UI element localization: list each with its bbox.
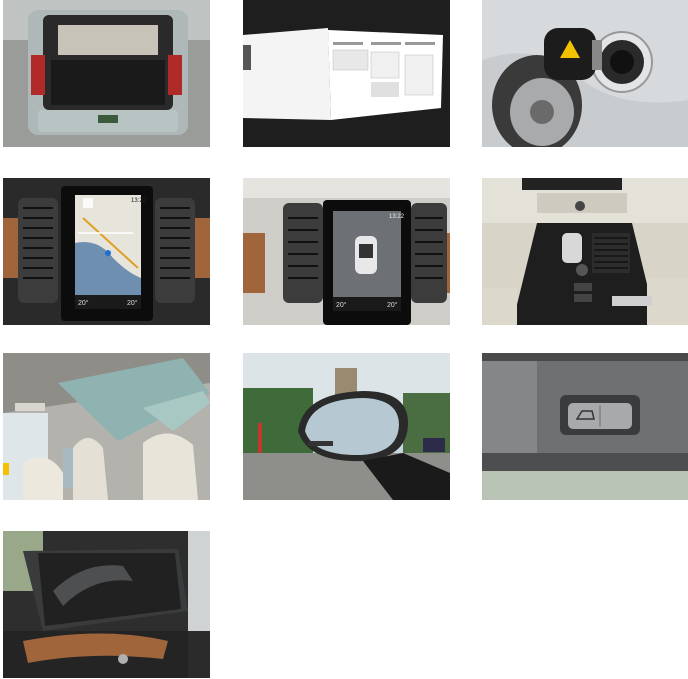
center-console-image xyxy=(482,178,688,325)
rear-door-sunshade-image xyxy=(3,531,210,678)
camera-temp-right: 20° xyxy=(387,301,398,309)
owner-manual-image xyxy=(243,0,450,147)
navigation-screen-image: 13:22 20° 20° xyxy=(3,178,210,325)
photo-rear-door-sunshade[interactable] xyxy=(3,531,210,678)
nav-temp-left: 20° xyxy=(78,299,89,307)
photo-side-mirror[interactable] xyxy=(243,353,450,500)
parking-camera-image: 13:22 20° 20° xyxy=(243,178,450,325)
nav-clock: 13:22 xyxy=(131,198,147,204)
camera-temp-left: 20° xyxy=(336,301,347,309)
photo-panoramic-roof[interactable] xyxy=(3,353,210,500)
side-mirror-image xyxy=(243,353,450,500)
photo-owner-manual[interactable] xyxy=(243,0,450,147)
charging-port-image xyxy=(482,0,688,147)
photo-navigation-screen[interactable]: 13:22 20° 20° xyxy=(3,178,210,325)
photo-tailgate-button[interactable] xyxy=(482,353,688,500)
open-trunk-image xyxy=(3,0,210,147)
photo-open-trunk[interactable] xyxy=(3,0,210,147)
nav-temp-right: 20° xyxy=(127,299,138,307)
photo-parking-camera-screen[interactable]: 13:22 20° 20° xyxy=(243,178,450,325)
camera-clock: 13:22 xyxy=(389,214,405,220)
photo-center-console[interactable] xyxy=(482,178,688,325)
panoramic-roof-image xyxy=(3,353,210,500)
tailgate-button-image xyxy=(482,353,688,500)
photo-gallery: 13:22 20° 20° 13:22 20° 20° xyxy=(0,0,688,679)
photo-charging-port[interactable] xyxy=(482,0,688,147)
